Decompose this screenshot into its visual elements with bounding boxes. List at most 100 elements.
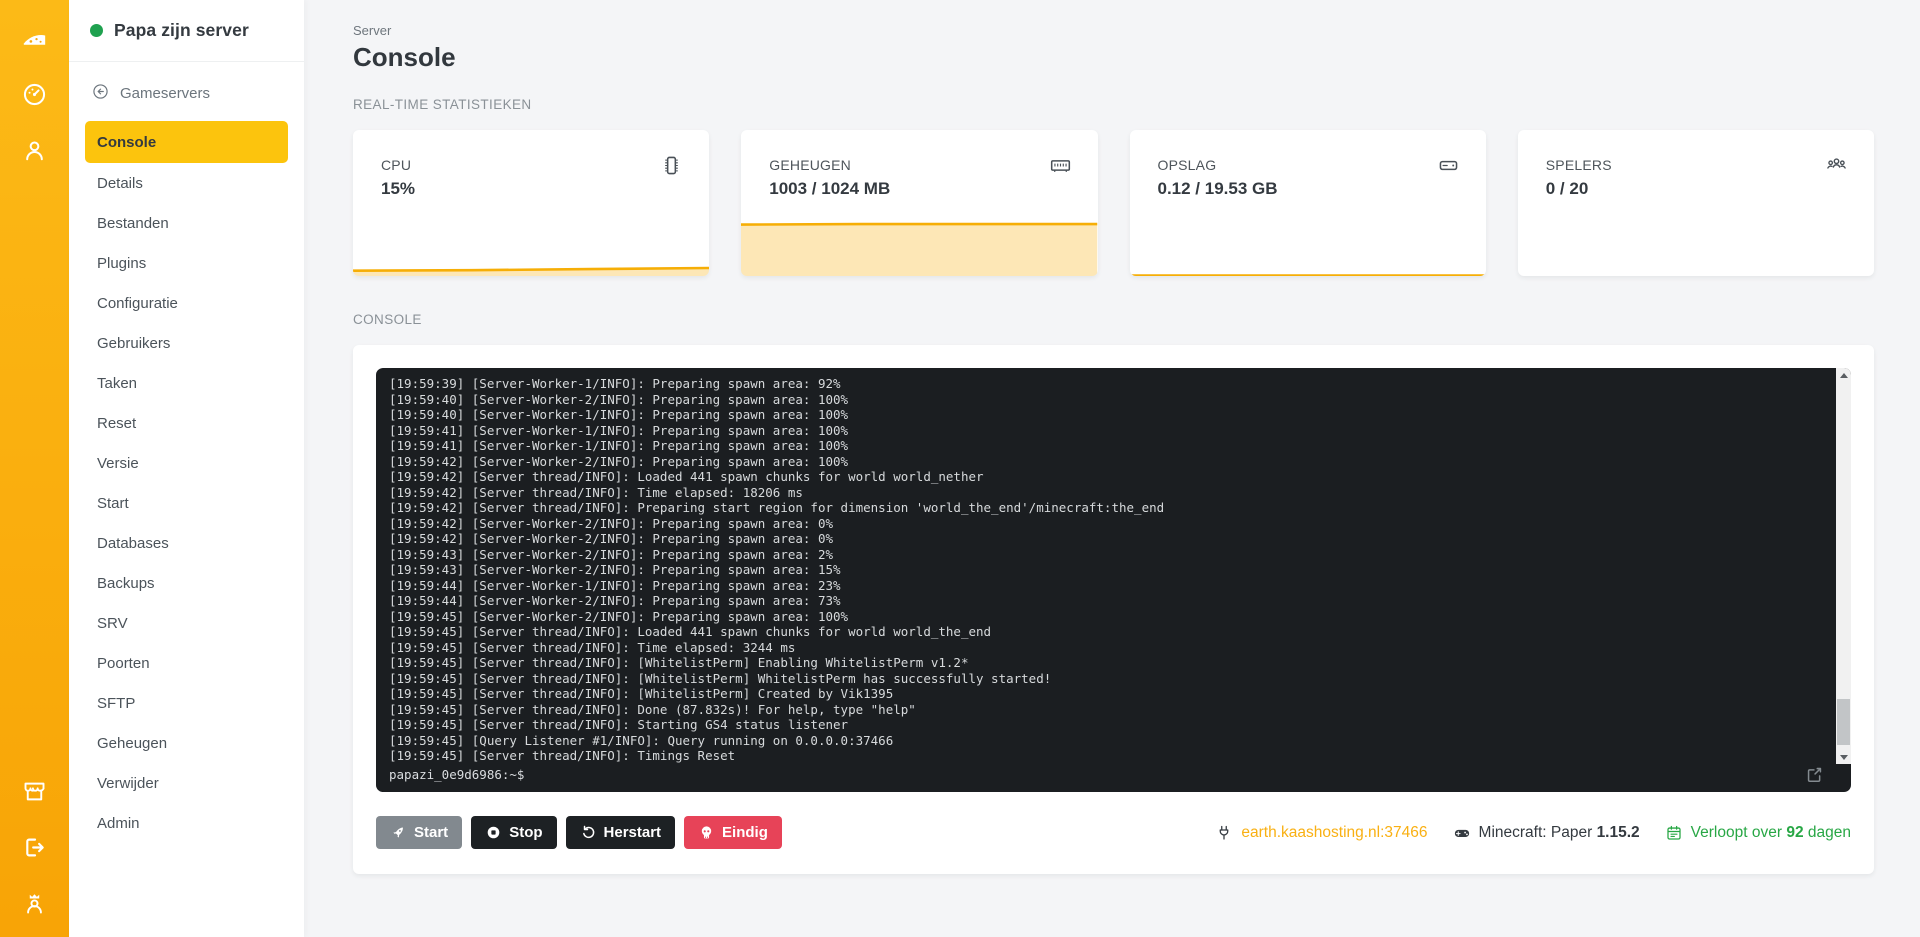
sidebar-header: Papa zijn server <box>69 0 304 62</box>
sidebar-item-admin[interactable]: Admin <box>85 803 288 843</box>
status-bar: earth.kaashosting.nl:37466 Minecraft: Pap… <box>1215 824 1851 842</box>
sidebar-item-gebruikers[interactable]: Gebruikers <box>85 323 288 363</box>
log-line: [19:59:45] [Server-Worker-2/INFO]: Prepa… <box>389 608 849 624</box>
stat-card-opslag: OPSLAG 0.12 / 19.53 GB <box>1129 130 1486 276</box>
log-line: [19:59:42] [Server-Worker-2/INFO]: Prepa… <box>389 515 834 531</box>
stop-button[interactable]: Stop <box>471 816 557 849</box>
disk-icon <box>1437 154 1460 177</box>
expiry-status: Verloopt over 92 dagen <box>1665 824 1851 842</box>
back-to-gameservers-link[interactable]: Gameservers <box>91 82 304 105</box>
sidebar-item-start[interactable]: Start <box>85 483 288 523</box>
back-circle-icon <box>91 82 110 105</box>
console-prompt: papazi_0e9d6986:~$ <box>389 767 525 782</box>
console-command-input[interactable]: papazi_0e9d6986:~$ <box>376 764 1851 792</box>
server-name: Papa zijn server <box>114 20 249 40</box>
sidebar-item-backups[interactable]: Backups <box>85 563 288 603</box>
stat-value: 0 / 20 <box>1545 179 1589 198</box>
log-line: [19:59:41] [Server-Worker-1/INFO]: Prepa… <box>389 422 849 438</box>
sidebar-item-srv[interactable]: SRV <box>85 603 288 643</box>
terminal: [19:59:39] [Server-Worker-1/INFO]: Prepa… <box>376 368 1851 792</box>
button-label: Eindig <box>722 824 768 841</box>
sidebar-item-plugins[interactable]: Plugins <box>85 243 288 283</box>
sidebar-item-taken[interactable]: Taken <box>85 363 288 403</box>
log-line: [19:59:45] [Server thread/INFO]: Startin… <box>389 717 849 732</box>
sidebar-item-versie[interactable]: Versie <box>85 443 288 483</box>
sidebar-item-sftp[interactable]: SFTP <box>85 683 288 723</box>
logout-icon[interactable] <box>21 833 49 861</box>
page-kicker: Server <box>353 23 392 38</box>
sidebar: Papa zijn server Gameservers Console Deta… <box>69 0 304 937</box>
terminal-log[interactable]: [19:59:39] [Server-Worker-1/INFO]: Prepa… <box>376 368 1851 764</box>
stat-card-cpu: CPU 15% <box>353 130 710 276</box>
rocket-icon <box>390 824 407 841</box>
account-icon[interactable] <box>21 136 49 164</box>
log-line: [19:59:42] [Server thread/INFO]: Prepari… <box>389 500 1165 515</box>
stat-card-geheugen: GEHEUGEN 1003 / 1024 MB <box>741 130 1098 276</box>
cpu-chip-icon <box>660 154 683 177</box>
log-line: [19:59:45] [Server thread/INFO]: Loaded … <box>389 624 992 639</box>
log-line: [19:59:41] [Server-Worker-1/INFO]: Prepa… <box>389 438 849 453</box>
log-line: [19:59:40] [Server-Worker-2/INFO]: Prepa… <box>389 391 849 407</box>
memory-icon <box>1049 154 1072 177</box>
game-version-status: Minecraft: Paper 1.15.2 <box>1453 824 1640 842</box>
log-line: [19:59:45] [Server thread/INFO]: [Whitel… <box>389 655 969 670</box>
stat-sparkline <box>1129 222 1486 276</box>
log-line: [19:59:42] [Server thread/INFO]: Time el… <box>389 484 803 500</box>
stat-sparkline <box>353 222 710 276</box>
status-text: Verloopt over 92 dagen <box>1690 823 1851 841</box>
stat-value: 15% <box>381 179 416 198</box>
sidebar-item-bestanden[interactable]: Bestanden <box>85 203 288 243</box>
players-icon <box>1825 154 1848 177</box>
admin-users-icon[interactable] <box>21 889 49 917</box>
skull-icon <box>698 824 715 841</box>
scrollbar-thumb[interactable] <box>1837 699 1850 745</box>
button-label: Stop <box>509 824 543 841</box>
log-line: [19:59:40] [Server-Worker-1/INFO]: Prepa… <box>389 407 849 422</box>
status-text: Minecraft: Paper 1.15.2 <box>1478 823 1640 841</box>
sidebar-item-geheugen[interactable]: Geheugen <box>85 723 288 763</box>
eindig-button[interactable]: Eindig <box>684 816 782 849</box>
shop-icon[interactable] <box>21 777 49 805</box>
button-label: Start <box>414 824 449 841</box>
plug-icon <box>1215 824 1233 842</box>
sidebar-menu: Console Details Bestanden Plugins Configurat… <box>69 121 304 843</box>
server-address-status[interactable]: earth.kaashosting.nl:37466 <box>1215 823 1428 842</box>
log-line: [19:59:45] [Server thread/INFO]: [Whitel… <box>389 686 894 701</box>
log-line: [19:59:44] [Server-Worker-2/INFO]: Prepa… <box>389 593 841 608</box>
log-line: [19:59:44] [Server-Worker-1/INFO]: Prepa… <box>389 577 841 593</box>
button-label: Herstart <box>603 824 662 841</box>
sidebar-item-databases[interactable]: Databases <box>85 523 288 563</box>
herstart-button[interactable]: Herstart <box>565 816 676 849</box>
terminal-scrollbar[interactable] <box>1836 368 1851 764</box>
log-line: [19:59:42] [Server-Worker-2/INFO]: Prepa… <box>389 531 834 546</box>
sidebar-item-verwijder[interactable]: Verwijder <box>85 763 288 803</box>
status-text: earth.kaashosting.nl:37466 <box>1241 823 1428 841</box>
power-buttons: Start Stop Herstart Eindig <box>376 816 791 849</box>
restart-icon <box>580 824 597 841</box>
page-title: Console <box>353 42 456 72</box>
stats-row: CPU 15% GEHEUGEN 1003 / 1024 MB OPSLAG 0.12… <box>353 130 1874 276</box>
stat-card-spelers: SPELERS 0 / 20 <box>1517 130 1874 276</box>
log-line: [19:59:45] [Server thread/INFO]: Time el… <box>389 639 796 655</box>
start-button[interactable]: Start <box>376 816 463 849</box>
log-line: [19:59:43] [Server-Worker-2/INFO]: Prepa… <box>389 546 834 562</box>
cheese-logo-icon[interactable] <box>21 24 49 52</box>
dashboard-icon[interactable] <box>21 80 49 108</box>
log-line: [19:59:42] [Server thread/INFO]: Loaded … <box>389 469 984 484</box>
scrollbar-down-arrow-icon[interactable] <box>1836 750 1851 764</box>
sidebar-item-details[interactable]: Details <box>85 163 288 203</box>
sidebar-item-configuratie[interactable]: Configuratie <box>85 283 288 323</box>
scrollbar-up-arrow-icon[interactable] <box>1836 368 1851 382</box>
console-panel: [19:59:39] [Server-Worker-1/INFO]: Prepa… <box>353 345 1874 874</box>
stat-label: OPSLAG <box>1157 157 1217 173</box>
stat-label: GEHEUGEN <box>769 157 851 173</box>
expand-console-icon[interactable] <box>1805 765 1824 784</box>
sidebar-item-console[interactable]: Console <box>85 121 288 163</box>
main-content: Server Console REAL-TIME STATISTIEKEN CP… <box>304 0 1920 937</box>
stat-label: SPELERS <box>1545 157 1612 173</box>
sidebar-item-poorten[interactable]: Poorten <box>85 643 288 683</box>
stat-label: CPU <box>381 157 412 173</box>
sidebar-item-reset[interactable]: Reset <box>85 403 288 443</box>
log-line: [19:59:45] [Server thread/INFO]: Timings… <box>389 748 736 763</box>
icon-rail <box>0 0 69 937</box>
